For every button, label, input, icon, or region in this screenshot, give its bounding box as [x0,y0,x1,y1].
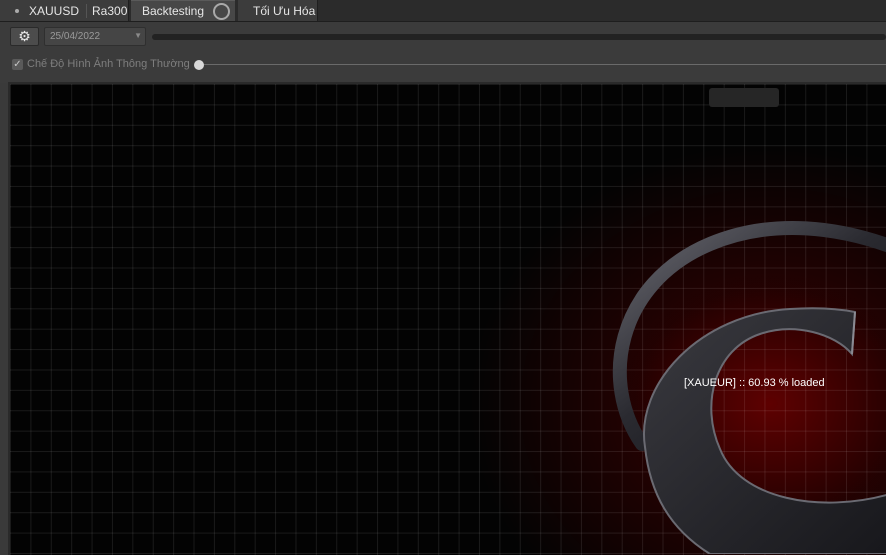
loading-circle-icon [213,2,231,20]
strategy-label: Ra300 [92,3,128,18]
mode-label: Chế Độ Hình Ảnh Thông Thường [27,58,190,70]
date-select[interactable]: 25/04/2022 ▼ [44,27,146,46]
chart-info-pill [709,88,779,107]
chart-area[interactable]: [XAUEUR] :: 60.93 % loaded [10,84,886,555]
settings-button[interactable]: ⚙ [10,27,39,46]
tab-separator [86,3,88,18]
tab-symbol[interactable]: XAUUSD Ra300 [0,0,129,21]
loading-status-text: [XAUEUR] :: 60.93 % loaded [684,377,825,389]
date-value: 25/04/2022 [50,31,101,42]
timeline-progress-track[interactable] [152,34,886,40]
symbol-label: XAUUSD [29,3,80,18]
status-dot-icon [15,8,19,13]
tab-optimization-label: Tối Ưu Hóa [253,3,316,18]
tab-bar: XAUUSD Ra300 Backtesting Tối Ưu Hóa [0,0,886,22]
tab-backtesting-label: Backtesting [142,4,205,18]
mode-checkbox[interactable]: ✓ [12,59,23,70]
backtest-toolbar: ⚙ 25/04/2022 ▼ ✓ Chế Độ Hình Ảnh Thông T… [0,22,886,83]
speed-slider-thumb[interactable] [194,60,204,70]
tab-backtesting[interactable]: Backtesting [131,0,235,21]
gear-icon: ⚙ [18,28,31,44]
tab-optimization[interactable]: Tối Ưu Hóa [238,0,318,21]
speed-slider-track[interactable] [199,64,886,65]
chevron-down-icon: ▼ [134,31,142,40]
